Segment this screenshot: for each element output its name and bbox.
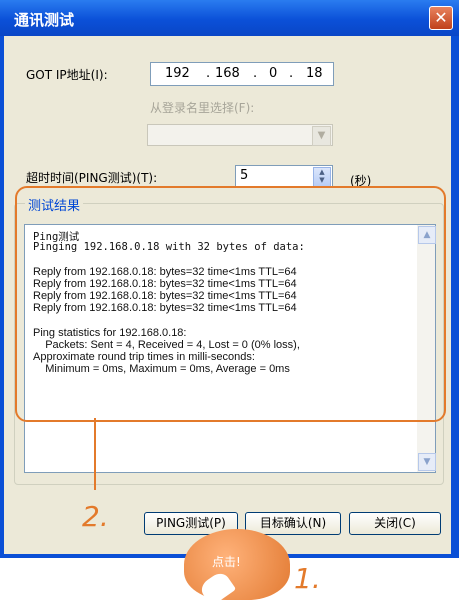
window-title: 通讯测试 — [14, 11, 75, 29]
ip-dot: . — [289, 66, 294, 81]
timeout-label: 超时时间(PING测试)(T): — [26, 171, 158, 185]
ip-octet-1: 192 — [165, 66, 190, 81]
timeout-value: 5 — [240, 168, 249, 183]
title-bar[interactable]: 通讯测试 ✕ — [0, 0, 459, 36]
ip-dot: . — [206, 66, 211, 81]
ip-octet-2: 168 — [215, 66, 240, 81]
step-2-label: 2. — [82, 500, 109, 533]
close-icon[interactable]: ✕ — [429, 6, 453, 30]
close-button[interactable]: 关闭(C) — [349, 512, 441, 535]
login-name-select[interactable]: ▼ — [147, 124, 333, 146]
login-select-label: 从登录名里选择(F): — [150, 101, 255, 115]
scroll-down-icon[interactable]: ▼ — [418, 453, 436, 471]
spin-up-down-icon[interactable]: ▲ ▼ — [313, 167, 331, 187]
ip-octet-4: 18 — [306, 66, 323, 81]
ip-address-input[interactable]: 192 . 168 . 0 . 18 — [150, 62, 334, 86]
click-hint-text: 点击! — [212, 555, 241, 569]
got-ip-label: GOT IP地址(I): — [26, 68, 108, 82]
ip-dot: . — [253, 66, 258, 81]
chevron-down-icon[interactable]: ▼ — [312, 126, 331, 146]
ip-octet-3: 0 — [269, 66, 278, 81]
results-highlight-frame — [15, 186, 446, 422]
timeout-input[interactable]: 5 ▲ ▼ — [235, 165, 333, 187]
callout-line — [94, 418, 96, 490]
step-1-label: 1. — [294, 562, 321, 595]
